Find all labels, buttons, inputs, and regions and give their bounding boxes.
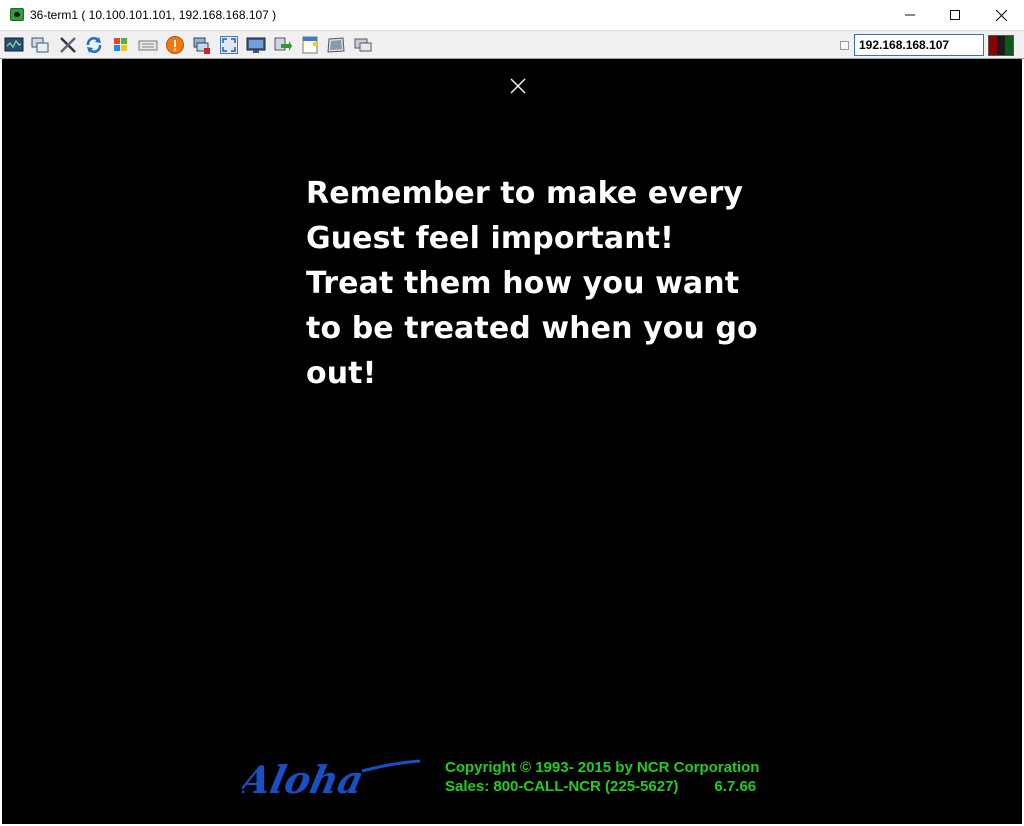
windows-button[interactable]: [30, 35, 50, 55]
message-line: Guest feel important!: [306, 221, 674, 256]
fullscreen-button[interactable]: [219, 35, 239, 55]
remote-screen[interactable]: Remember to make every Guest feel import…: [2, 59, 1022, 824]
maximize-icon: [950, 10, 960, 20]
keyboard-icon: [138, 40, 158, 51]
message-line: out!: [306, 356, 377, 391]
message-line: Treat them how you want: [306, 266, 740, 301]
refresh-icon: [86, 37, 102, 53]
message-line: Remember to make every: [306, 176, 744, 211]
monitor-button[interactable]: [4, 35, 24, 55]
screen-icon: [327, 37, 345, 53]
screen-button[interactable]: [326, 35, 346, 55]
sales-line: Sales: 800-CALL-NCR (225-5627) 6.7.66: [445, 777, 759, 796]
monitor-icon: [4, 37, 24, 52]
close-icon: [995, 9, 1007, 21]
maximize-button[interactable]: [932, 0, 978, 30]
notepad-button[interactable]: [300, 35, 320, 55]
disconnect-icon: [193, 37, 210, 54]
windows-flag-icon: [114, 38, 127, 51]
alert-icon: [166, 36, 184, 54]
keyboard-button[interactable]: [138, 35, 158, 55]
ip-checkbox[interactable]: [840, 41, 849, 50]
display-icon: [246, 37, 266, 53]
notepad-icon: [302, 36, 318, 54]
tools-icon: [60, 37, 76, 53]
transfer-icon: [274, 37, 292, 51]
ip-address-field[interactable]: 192.168.168.107: [854, 34, 984, 56]
version-text: 6.7.66: [714, 778, 757, 795]
footer-info: Copyright © 1993- 2015 by NCR Corporatio…: [445, 758, 759, 796]
logo-text: Aloha: [242, 758, 367, 803]
minimize-icon: [905, 14, 915, 16]
message-line: to be treated when you go: [306, 311, 758, 346]
window-title: 36-term1 ( 10.100.101.101, 192.168.168.1…: [30, 8, 277, 22]
chat-icon: [354, 38, 372, 52]
guest-message: Remember to make every Guest feel import…: [306, 171, 758, 396]
transfer-button[interactable]: [273, 35, 293, 55]
windows-icon: [31, 37, 49, 53]
connection-status-indicator: [988, 35, 1014, 56]
minimize-button[interactable]: [887, 0, 933, 30]
disconnect-button[interactable]: [192, 35, 212, 55]
app-eye-icon: [10, 8, 24, 21]
refresh-button[interactable]: [84, 35, 104, 55]
title-bar: 36-term1 ( 10.100.101.101, 192.168.168.1…: [0, 0, 1024, 30]
chat-button[interactable]: [353, 35, 373, 55]
windows-flag-button[interactable]: [111, 35, 131, 55]
toolbar: 192.168.168.107: [0, 30, 1024, 59]
alert-button[interactable]: [165, 35, 185, 55]
tools-button[interactable]: [58, 35, 78, 55]
copyright-text: Copyright © 1993- 2015 by NCR Corporatio…: [445, 759, 760, 776]
close-button[interactable]: [978, 0, 1024, 30]
sales-text: Sales: 800-CALL-NCR (225-5627): [445, 778, 679, 795]
aloha-logo: Aloha: [242, 758, 421, 803]
display-button[interactable]: [246, 35, 266, 55]
close-message-icon[interactable]: [509, 77, 527, 95]
fullscreen-icon: [220, 36, 238, 54]
